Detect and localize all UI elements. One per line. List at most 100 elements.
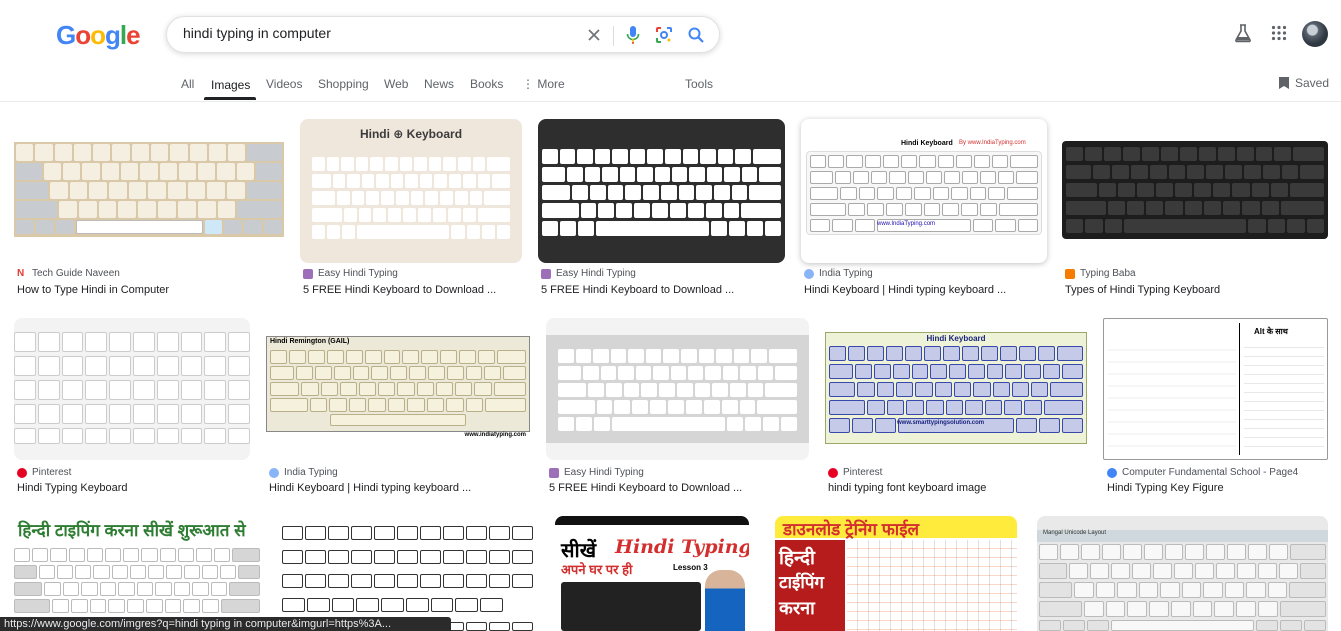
image-thumbnail[interactable] [14,119,284,263]
result-title[interactable]: 5 FREE Hindi Keyboard to Download ... [303,284,518,296]
search-icon[interactable] [685,24,707,46]
keyboard-graphic [546,335,809,443]
thumbnail-caption: Hindi Typing [615,536,749,558]
keyboard-graphic [561,582,701,631]
mic-icon[interactable] [622,24,644,46]
image-thumbnail[interactable]: Hindi ⊕ Keyboard [300,119,522,263]
tab-all[interactable]: All [181,77,194,91]
result-title[interactable]: Hindi Keyboard | Hindi typing keyboard .… [804,284,1044,296]
google-logo[interactable]: Google [56,20,141,51]
thumbnail-caption: सीखें [561,540,597,562]
image-thumbnail[interactable] [14,318,250,460]
result-title[interactable]: 5 FREE Hindi Keyboard to Download ... [549,482,809,494]
thumbnail-caption: Hindi Keyboard [926,334,986,343]
thumbnail-caption: टाईपिंग [779,573,824,592]
source-favicon [804,268,814,279]
search-input[interactable] [183,25,583,41]
thumbnail-caption: Mangal Unicode Layout [1043,530,1107,536]
tab-images[interactable]: Images [211,78,250,92]
image-thumbnail[interactable]: Hindi Keyboard By www.IndiaTyping.com ww… [801,119,1047,263]
keyboard-graphic [312,157,511,241]
lens-icon[interactable] [653,24,675,46]
result-title[interactable]: How to Type Hindi in Computer [17,284,277,296]
result-title[interactable]: hindi typing font keyboard image [828,482,1083,494]
image-thumbnail[interactable]: Hindi Remington (GAIL) www.indiatyping.c… [266,318,530,460]
header: Google All Images Videos Shopping Web Ne… [0,0,1341,102]
thumbnail-caption: Hindi Remington (GAIL) [270,338,350,345]
image-thumbnail[interactable]: हिन्दी टाइपिंग करना सीखें शुरूआत से [14,516,260,631]
source-favicon: N [17,268,27,279]
result-source[interactable]: Pinterest [828,467,882,478]
result-title[interactable]: 5 FREE Hindi Keyboard to Download ... [541,284,781,296]
source-favicon [303,268,313,279]
result-source[interactable]: Easy Hindi Typing [541,268,636,279]
bookmark-icon [1279,77,1289,89]
result-title[interactable]: Hindi Typing Key Figure [1107,482,1332,494]
result-source[interactable]: N Tech Guide Naveen [17,268,120,279]
thumbnail-caption: करना [779,598,815,618]
thumbnail-caption: हिन्दी [779,548,815,569]
tab-web[interactable]: Web [384,77,408,91]
source-favicon [1107,467,1117,478]
thumbnail-caption: अपने घर पर ही [561,562,633,577]
source-favicon [17,467,27,478]
result-source[interactable]: Typing Baba [1065,268,1136,279]
keyboard-graphic [542,149,782,239]
keyboard-graphic [16,144,283,234]
tab-videos[interactable]: Videos [266,77,302,91]
thumbnail-caption: www.indiatyping.com [464,432,526,438]
image-thumbnail[interactable] [282,516,533,631]
apps-grid-icon[interactable] [1268,22,1290,44]
result-source[interactable]: India Typing [804,268,873,279]
tab-more-label: More [537,77,565,91]
result-source[interactable]: Pinterest [17,467,71,478]
thumbnail-caption: Lesson 3 [673,563,708,572]
keyboard-graphic [270,350,527,428]
character-table [847,540,1017,631]
person-photo [705,570,745,631]
source-favicon [828,467,838,478]
thumbnail-caption: Alt के साथ [1254,327,1288,336]
active-tab-indicator [204,97,256,100]
thumbnail-caption: डाउनलोड ट्रेनिंग फाईल [783,520,920,539]
result-source[interactable]: Easy Hindi Typing [303,268,398,279]
avatar[interactable] [1302,21,1328,47]
source-favicon [549,467,559,478]
tab-more[interactable]: ⋮ More [522,77,565,91]
source-favicon [269,467,279,478]
tab-news[interactable]: News [424,77,454,91]
image-thumbnail[interactable]: सीखें Hindi Typing अपने घर पर ही Lesson … [555,516,749,631]
result-title[interactable]: Hindi Keyboard | Hindi typing keyboard .… [269,482,529,494]
search-box[interactable] [166,16,720,53]
thumbnail-caption: www.smarttypingsolution.com [897,420,985,426]
result-title[interactable]: Types of Hindi Typing Keyboard [1065,284,1330,296]
thumbnail-caption: www.IndiaTyping.com [877,221,936,227]
keyboard-graphic [1039,544,1327,631]
keyboard-graphic [14,332,250,444]
tab-shopping[interactable]: Shopping [318,77,369,91]
image-thumbnail[interactable]: डाउनलोड ट्रेनिंग फाईल हिन्दी टाईपिंग करन… [775,516,1017,631]
tools-button[interactable]: Tools [685,77,713,91]
image-thumbnail[interactable] [538,119,785,263]
result-source[interactable]: Easy Hindi Typing [549,467,644,478]
result-source[interactable]: Computer Fundamental School - Page4 [1107,467,1298,478]
result-title[interactable]: Hindi Typing Keyboard [17,482,252,494]
flask-icon[interactable] [1232,22,1254,44]
thumbnail-caption: हिन्दी टाइपिंग करना सीखें शुरूआत से [18,521,246,540]
tab-books[interactable]: Books [470,77,503,91]
divider [613,26,614,46]
image-thumbnail[interactable]: Mangal Unicode Layout [1037,516,1328,631]
more-vert-icon: ⋮ [522,77,538,91]
keyboard-graphic [1062,141,1328,239]
saved-button[interactable]: Saved [1279,76,1329,90]
image-thumbnail[interactable] [546,318,809,460]
source-favicon [1065,268,1075,279]
thumbnail-caption: By www.IndiaTyping.com [959,140,1026,146]
image-thumbnail[interactable]: Hindi Keyboard www.smarttypingsolution.c… [825,318,1087,460]
close-icon[interactable] [583,24,605,46]
image-thumbnail[interactable]: Alt के साथ [1103,318,1328,460]
image-thumbnail[interactable] [1062,119,1328,263]
result-source[interactable]: India Typing [269,467,338,478]
status-bar-url: https://www.google.com/imgres?q=hindi ty… [0,617,451,631]
thumbnail-caption: Hindi Keyboard [901,140,953,147]
